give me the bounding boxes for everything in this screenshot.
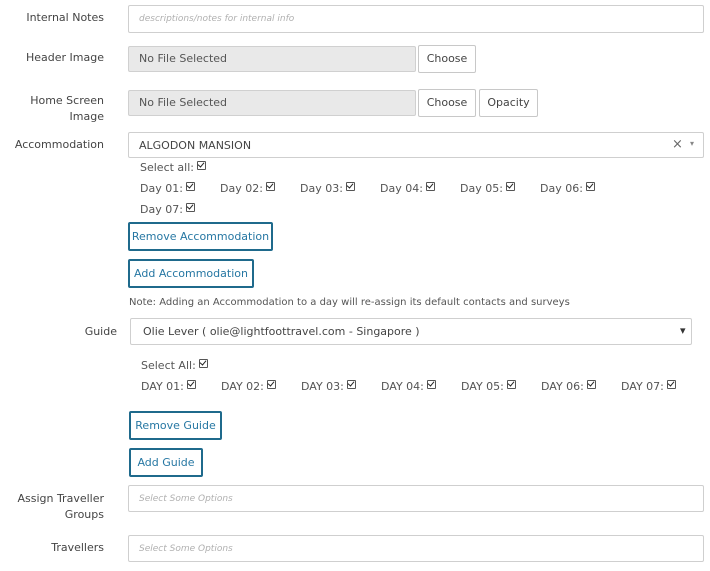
guide-select-all-label: Select All: [141,359,196,372]
home-screen-image-choose-button[interactable]: Choose [418,89,476,117]
guide-select[interactable]: Olie Lever ( olie@lightfoottravel.com - … [130,318,692,345]
accommodation-day-06[interactable]: Day 06: [540,182,595,196]
accommodation-chevron-down-icon: ▾ [690,139,695,148]
travellers-label: Travellers [51,541,104,554]
guide-day-02[interactable]: DAY 02: [221,380,276,394]
guide-day-01-checkbox[interactable] [186,380,196,389]
assign-traveller-groups-label: Assign Traveller Groups [0,491,104,523]
internal-notes-label: Internal Notes [26,11,104,24]
guide-day-label: DAY 03: [301,380,344,393]
accommodation-note: Note: Adding an Accommodation to a day w… [129,297,570,308]
guide-day-label: DAY 06: [541,380,584,393]
guide-day-01[interactable]: DAY 01: [141,380,196,394]
assign-traveller-groups-label-line1: Assign Traveller [17,492,104,505]
home-screen-image-label: Home Screen Image [0,93,104,125]
home-screen-image-label-line1: Home Screen [30,94,104,107]
accommodation-day-02-checkbox[interactable] [265,182,275,191]
accommodation-day-label: Day 03: [300,182,343,195]
guide-day-03[interactable]: DAY 03: [301,380,356,394]
internal-notes-input[interactable] [128,5,704,33]
guide-day-05[interactable]: DAY 05: [461,380,516,394]
accommodation-day-07[interactable]: Day 07: [140,203,195,217]
accommodation-day-07-checkbox[interactable] [185,203,195,212]
guide-day-06[interactable]: DAY 06: [541,380,596,394]
accommodation-day-03[interactable]: Day 03: [300,182,355,196]
accommodation-day-01[interactable]: Day 01: [140,182,195,196]
guide-day-07[interactable]: DAY 07: [621,380,676,394]
accommodation-day-06-checkbox[interactable] [585,182,595,191]
accommodation-label: Accommodation [14,138,104,151]
guide-day-label: DAY 01: [141,380,184,393]
guide-day-03-checkbox[interactable] [346,380,356,389]
guide-label: Guide [84,325,117,338]
guide-day-07-checkbox[interactable] [666,380,676,389]
assign-traveller-groups-label-line2: Groups [64,508,104,521]
header-image-choose-button[interactable]: Choose [418,45,476,73]
guide-day-label: DAY 05: [461,380,504,393]
accommodation-day-label: Day 04: [380,182,423,195]
guide-chevron-down-icon: ▾ [680,324,686,337]
header-image-file-status: No File Selected [128,46,416,72]
accommodation-selected-value: ALGODON MANSION [139,139,252,152]
accommodation-select-all-checkbox[interactable] [197,161,206,170]
guide-day-label: DAY 04: [381,380,424,393]
guide-select-all-checkbox[interactable] [198,359,208,368]
accommodation-select-all[interactable]: Select all: [140,161,206,175]
remove-accommodation-button[interactable]: Remove Accommodation [128,222,273,251]
accommodation-day-04[interactable]: Day 04: [380,182,435,196]
accommodation-day-05[interactable]: Day 05: [460,182,515,196]
home-screen-image-opacity-button[interactable]: Opacity [479,89,538,117]
accommodation-day-01-checkbox[interactable] [185,182,195,191]
guide-day-label: DAY 02: [221,380,264,393]
guide-day-04[interactable]: DAY 04: [381,380,436,394]
accommodation-day-label: Day 05: [460,182,503,195]
accommodation-day-05-checkbox[interactable] [505,182,515,191]
accommodation-day-02[interactable]: Day 02: [220,182,275,196]
add-accommodation-button[interactable]: Add Accommodation [128,259,254,288]
guide-day-05-checkbox[interactable] [506,380,516,389]
accommodation-select-all-label: Select all: [140,161,194,174]
accommodation-select[interactable]: ALGODON MANSION × ▾ [128,132,704,158]
accommodation-day-04-checkbox[interactable] [425,182,435,191]
guide-day-06-checkbox[interactable] [586,380,596,389]
travellers-input[interactable] [128,535,704,562]
accommodation-clear-icon[interactable]: × [672,137,683,152]
guide-selected-value: Olie Lever ( olie@lightfoottravel.com - … [143,325,420,338]
add-guide-button[interactable]: Add Guide [129,448,203,477]
accommodation-day-label: Day 06: [540,182,583,195]
accommodation-day-label: Day 01: [140,182,183,195]
remove-guide-button[interactable]: Remove Guide [129,411,222,440]
accommodation-day-label: Day 02: [220,182,263,195]
accommodation-day-03-checkbox[interactable] [345,182,355,191]
guide-day-02-checkbox[interactable] [266,380,276,389]
home-screen-image-label-line2: Image [69,110,104,123]
guide-select-all[interactable]: Select All: [141,359,208,373]
header-image-label: Header Image [26,51,104,64]
guide-day-label: DAY 07: [621,380,664,393]
accommodation-day-label: Day 07: [140,203,183,216]
guide-day-04-checkbox[interactable] [426,380,436,389]
assign-traveller-groups-input[interactable] [128,485,704,512]
home-screen-image-file-status: No File Selected [128,90,416,116]
